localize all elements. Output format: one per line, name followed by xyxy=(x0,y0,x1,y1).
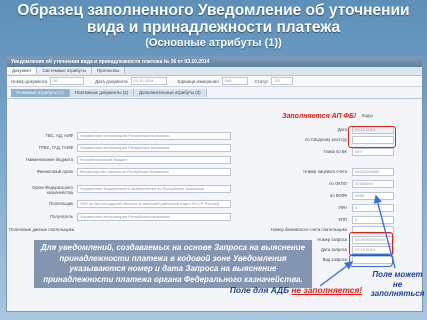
tab-payment-documents[interactable]: Платежные документы (2) xyxy=(69,89,135,97)
field-label-okpo: по ОКПО xyxy=(329,181,347,186)
status-label: Статус xyxy=(254,78,269,84)
doc-number-field[interactable]: 36 xyxy=(50,77,85,85)
annotation-main-note: Для уведомлений, создаваемых на основе З… xyxy=(34,240,312,288)
annotation-adb-emph: не заполняется! xyxy=(291,285,363,295)
annotation-adb-prefix: Поле для АДБ xyxy=(229,285,292,295)
field-recipient[interactable]: Управление ветеринарии Республики Калмык… xyxy=(77,213,231,221)
unit-field[interactable]: Руб xyxy=(221,77,248,85)
field-fin-organ[interactable]: Министерство финансов Республики Калмыки… xyxy=(77,168,231,176)
field-account[interactable]: 04052005980 xyxy=(352,168,394,176)
unit-label: Единица измерения xyxy=(177,78,219,84)
status-field[interactable]: ЗО xyxy=(271,77,294,85)
highlight-date-register xyxy=(348,126,396,148)
field-payer[interactable]: УФК по Волгоградской области (Советский … xyxy=(77,200,231,208)
document-tabs: Документ Системные атрибуты Протоколы xyxy=(7,67,422,76)
doc-number-label: Номер документа xyxy=(11,78,48,84)
field-grbs[interactable]: Управление ветеринарии Республики Калмык… xyxy=(77,144,231,152)
annotation-adb-note: Поле для АДБ не заполняется! xyxy=(226,285,366,295)
field-label-ofk: Орган Федерального казначейства xyxy=(32,185,73,195)
slide-subtitle: (Основные атрибуты (1)) xyxy=(145,37,282,49)
field-gbs[interactable]: Управление ветеринарии Республики Калмык… xyxy=(77,132,231,140)
tab-document[interactable]: Документ xyxy=(7,67,38,74)
tab-main-attributes[interactable]: Основные атрибуты (1) xyxy=(11,89,70,97)
annotation-may-not-fill: Поле может не заполняться xyxy=(370,270,425,298)
field-label-ufn: УФН xyxy=(338,205,347,210)
tab-additional-attributes[interactable]: Дополнительные атрибуты (3) xyxy=(134,89,207,97)
attribute-tabs: Основные атрибуты (1) Платежные документ… xyxy=(7,89,422,99)
field-kpp[interactable]: 0 xyxy=(352,216,394,224)
tab-protocols[interactable]: Протоколы xyxy=(92,67,126,74)
field-okpo[interactable]: 00360645 xyxy=(352,180,394,188)
annotation-filled-by-ap-fb: Заполняется АП ФБ! xyxy=(282,113,357,120)
field-bk-head[interactable]: 843 xyxy=(352,148,394,156)
field-ufn[interactable]: 0 xyxy=(352,204,394,212)
tab-system-attributes[interactable]: Системные атрибуты xyxy=(37,67,92,74)
field-label-payer: Плательщик xyxy=(49,201,73,206)
field-label-bank-account: Номер банковского счета плательщика xyxy=(270,227,347,232)
field-label-summary-register: по Сводному реестру xyxy=(305,137,347,142)
field-label-grbs: ГРБС, ГАД, ГАИФ xyxy=(38,145,73,150)
field-label-fin-organ: Финансовый орган xyxy=(36,169,73,174)
field-label-gbs: ГБС, АД, АИФ xyxy=(45,133,73,138)
slide-title-line2: вида и принадлежности платежа xyxy=(86,19,341,36)
window-header: Уведомление об уточнении вида и принадле… xyxy=(7,57,422,67)
slide-title-line1: Образец заполненного Уведомление об уточ… xyxy=(17,2,410,19)
document-header-row: Номер документа 36 Дата документа 03.10.… xyxy=(7,76,422,87)
highlight-request-type xyxy=(349,254,393,267)
codes-label: Коды xyxy=(362,113,373,118)
field-ofk[interactable]: Управление Федерального казначейства по … xyxy=(77,185,231,193)
slide-title: Образец заполненного Уведомление об уточ… xyxy=(0,2,427,50)
field-label-kpp: КПП xyxy=(338,217,347,222)
field-budget[interactable]: Республиканский бюджет xyxy=(77,156,231,164)
field-label-kofk: по КОФК xyxy=(329,193,347,198)
doc-date-field[interactable]: 03.10.2014 xyxy=(130,77,167,85)
field-label-budget: Наименование бюджета xyxy=(25,157,73,162)
field-label-date: Дата xyxy=(337,127,347,132)
field-kofk[interactable]: 0556 xyxy=(352,192,394,200)
field-label-bk-head: Глава по БК xyxy=(323,149,347,154)
field-label-account: Номер лицевого счета xyxy=(303,169,347,174)
field-label-payer-details: Платежные данные плательщика xyxy=(9,227,75,232)
field-label-recipient: Получатель xyxy=(50,214,73,219)
highlight-request-fields xyxy=(349,232,393,256)
doc-date-label: Дата документа xyxy=(95,78,128,84)
